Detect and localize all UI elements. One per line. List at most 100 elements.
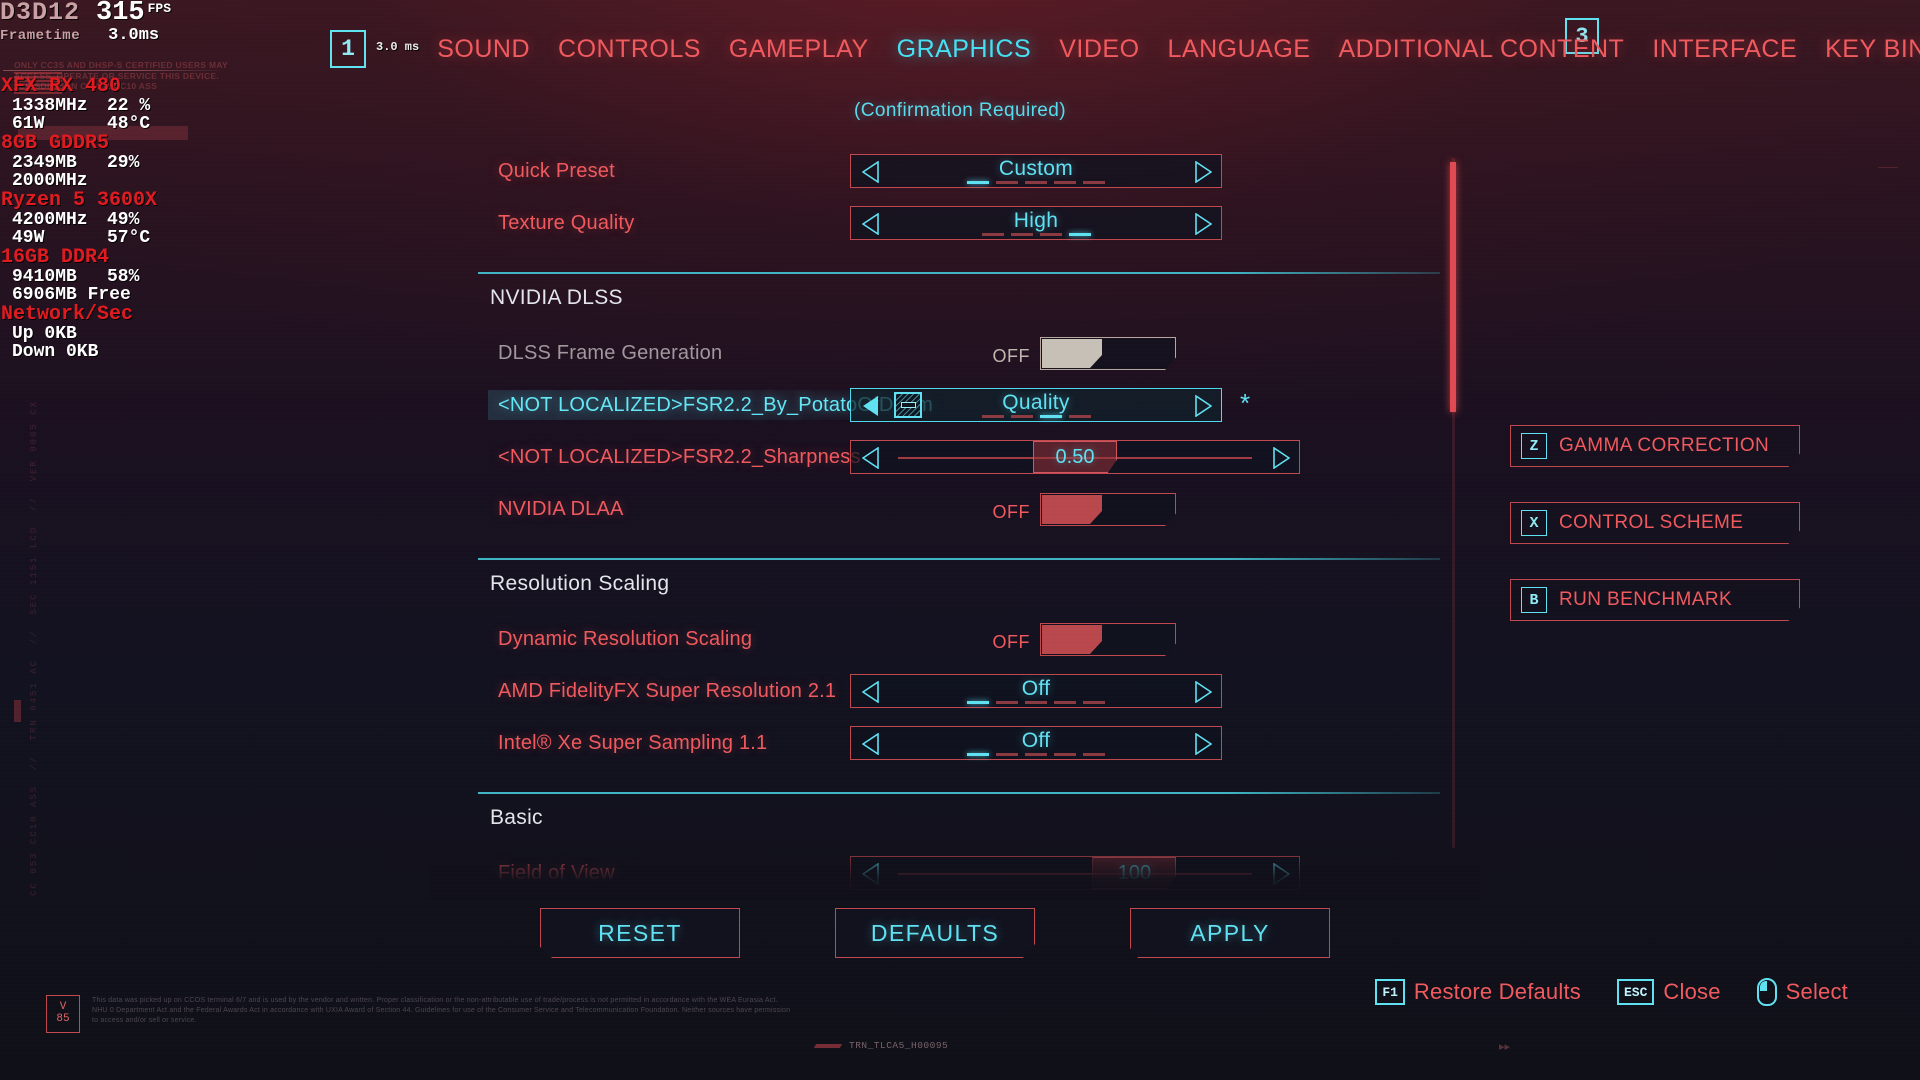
stepper-position-dots: [850, 753, 1222, 756]
setting-slider-not-localized-fsr2-2-sharpness[interactable]: 0.50: [850, 440, 1300, 474]
overlay-sensor-primary: Up 0KB: [12, 324, 77, 344]
toggle-knob: [1042, 339, 1102, 368]
stepper-position-dots: [850, 181, 1222, 184]
stepper-dot: [1025, 181, 1047, 184]
trn-code-text: TRN_TLCA5_H00095: [849, 1040, 949, 1051]
nav-tab-gameplay[interactable]: GAMEPLAY: [729, 35, 869, 64]
stepper-dot: [967, 753, 989, 756]
setting-stepper-not-localized-fsr2-2-by-potatoofdoom[interactable]: Quality: [850, 388, 1222, 422]
version-badge-bottom: 85: [56, 1013, 70, 1025]
pending-change-asterisk: *: [1240, 388, 1251, 418]
nav-tab-language[interactable]: LANGUAGE: [1168, 35, 1311, 64]
overlay-sensor-line: Down 0KB: [0, 343, 230, 361]
page-indicator-left[interactable]: 1: [330, 30, 366, 68]
stepper-dot: [1039, 233, 1062, 236]
stepper-dot: [967, 181, 989, 184]
legal-disclaimer-text: This data was picked up on CCOS terminal…: [92, 997, 791, 1025]
setting-stepper-intel-xe-super-sampling-1-1[interactable]: Off: [850, 726, 1222, 760]
hint-label: Restore Defaults: [1413, 979, 1581, 1004]
overlay-frametime-row: Frametime 3.0ms: [0, 27, 230, 44]
setting-toggle-dlss-frame-generation[interactable]: [1040, 337, 1176, 370]
overlay-sensor-line: 6906MB Free: [0, 286, 230, 304]
key-icon-esc: ESC: [1616, 979, 1655, 1005]
overlay-group-header: Network/Sec: [1, 303, 134, 326]
setting-stepper-quick-preset[interactable]: Custom: [850, 154, 1222, 188]
reset-button[interactable]: RESET: [540, 908, 740, 958]
section-header-nvidia-dlss: NVIDIA DLSS: [490, 286, 623, 309]
nav-tab-controls[interactable]: CONTROLS: [558, 35, 701, 64]
stepper-dot: [967, 701, 989, 704]
hint-restore-defaults[interactable]: F1 Restore Defaults: [1375, 979, 1581, 1005]
setting-stepper-texture-quality[interactable]: High: [850, 206, 1222, 240]
hint-select[interactable]: Select: [1756, 978, 1848, 1006]
stepper-dot: [1083, 181, 1105, 184]
overlay-sensor-line: 1338MHz 22 %: [0, 97, 230, 115]
nav-tab-graphics[interactable]: GRAPHICS: [897, 35, 1032, 64]
stepper-dot: [981, 233, 1004, 236]
overlay-sensor-groups: XFX RX 480 1338MHz 22 % 61W 48°C 8GB GDDR5 234…: [0, 75, 230, 362]
overlay-api-fps-row: D3D12 315 FPS: [0, 0, 230, 27]
overlay-sensor-primary: 6906MB Free: [12, 285, 131, 305]
nav-tab-sound[interactable]: SOUND: [437, 35, 530, 64]
overlay-sensor-line: 2349MB 29%: [0, 154, 230, 172]
key-badge-b: B: [1521, 587, 1547, 613]
chevron-left-icon[interactable]: [862, 447, 879, 469]
side-button-gamma-correction[interactable]: Z GAMMA CORRECTION: [1510, 425, 1800, 467]
stepper-position-dots: [850, 233, 1222, 236]
overlay-sensor-group: Ryzen 5 3600X 4200MHz 49% 49W 57°C: [0, 189, 230, 248]
chevron-right-icon[interactable]: [1272, 447, 1290, 469]
overlay-sensor-line: 61W 48°C: [0, 115, 230, 133]
overlay-fps-unit: FPS: [147, 1, 172, 16]
nav-tab-additional-content[interactable]: ADDITIONAL CONTENT: [1338, 35, 1624, 64]
nav-tab-video[interactable]: VIDEO: [1059, 35, 1139, 64]
setting-label-nvidia-dlaa: NVIDIA DLAA: [498, 498, 624, 520]
slider-handle[interactable]: 0.50: [1033, 441, 1117, 473]
overlay-sensor-line: 49W 57°C: [0, 229, 230, 247]
stepper-dot: [1068, 415, 1091, 418]
overlay-sensor-secondary: 58%: [107, 267, 140, 287]
apply-button[interactable]: APPLY: [1130, 908, 1330, 958]
version-badge: V 85: [46, 995, 80, 1033]
stepper-dot: [1068, 233, 1091, 236]
nav-tab-interface[interactable]: INTERFACE: [1652, 35, 1797, 64]
hint-label: Close: [1663, 979, 1721, 1004]
overlay-group-header: Ryzen 5 3600X: [1, 189, 158, 212]
scrollbar-thumb[interactable]: [1450, 162, 1456, 412]
slider-value: 0.50: [1055, 445, 1095, 468]
stepper-dot: [1083, 701, 1105, 704]
overlay-sensor-line: 2000MHz: [0, 172, 230, 190]
stepper-dot: [1054, 181, 1076, 184]
defaults-button[interactable]: DEFAULTS: [835, 908, 1035, 958]
hint-close[interactable]: ESC Close: [1616, 979, 1721, 1005]
setting-label-texture-quality: Texture Quality: [498, 212, 635, 234]
overlay-sensor-secondary: 57°C: [107, 228, 151, 248]
overlay-frametime-inline: 3.0 ms: [376, 40, 420, 54]
overlay-frametime-value: 3.0ms: [108, 26, 160, 45]
setting-label-dynamic-resolution-scaling: Dynamic Resolution Scaling: [498, 628, 753, 650]
stepper-dot: [981, 415, 1004, 418]
overlay-group-header: 16GB DDR4: [1, 246, 110, 269]
section-divider: [478, 792, 1440, 794]
stepper-dot: [1039, 415, 1062, 418]
stepper-dot: [1054, 701, 1076, 704]
stepper-position-dots: [850, 701, 1222, 704]
setting-stepper-amd-fidelityfx-super-resolution-2-1[interactable]: Off: [850, 674, 1222, 708]
stepper-dot: [1010, 233, 1033, 236]
stepper-value: High: [1013, 209, 1059, 232]
overlay-sensor-line: Up 0KB: [0, 325, 230, 343]
side-button-label: GAMMA CORRECTION: [1559, 435, 1770, 456]
toggle-knob: [1042, 625, 1102, 654]
setting-toggle-nvidia-dlaa[interactable]: [1040, 493, 1176, 526]
stepper-dot: [1025, 753, 1047, 756]
setting-toggle-dynamic-resolution-scaling[interactable]: [1040, 623, 1176, 656]
side-action-buttons: Z GAMMA CORRECTION X CONTROL SCHEME B RUN BEN…: [1510, 425, 1800, 656]
overlay-sensor-secondary: 22 %: [107, 96, 151, 116]
nav-inner: 1 3.0 ms SOUND CONTROLS GAMEPLAY GRAPHICS VI…: [330, 30, 1920, 68]
side-button-control-scheme[interactable]: X CONTROL SCHEME: [1510, 502, 1800, 544]
overlay-sensor-line: 4200MHz 49%: [0, 211, 230, 229]
nav-tab-key-bindings[interactable]: KEY BINDINGS: [1825, 35, 1920, 64]
stepper-dot: [1054, 753, 1076, 756]
overlay-group-header: XFX RX 480: [1, 75, 122, 98]
side-button-run-benchmark[interactable]: B RUN BENCHMARK: [1510, 579, 1800, 621]
key-badge-z: Z: [1521, 433, 1547, 459]
